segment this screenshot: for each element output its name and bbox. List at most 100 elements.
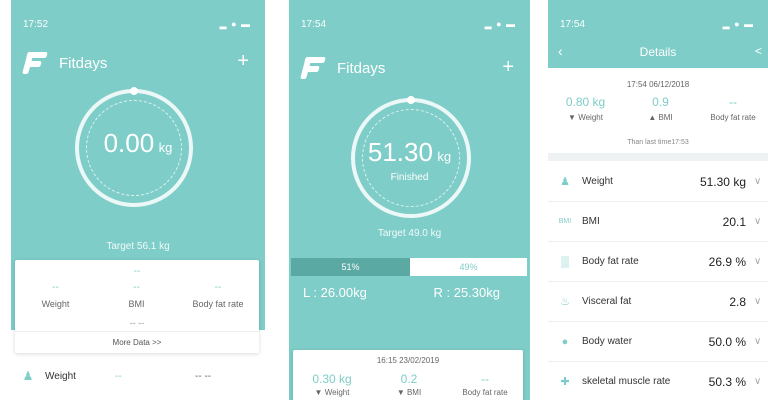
metric-label: Weight bbox=[582, 176, 613, 187]
status-time: 17:54 bbox=[560, 19, 586, 30]
card-col-label: BMI bbox=[128, 299, 145, 309]
status-bar: 17:52 ▂ ● ▬ bbox=[11, 0, 265, 40]
app-name: Fitdays bbox=[337, 59, 386, 77]
summary-col-bmi: 0.9 ▲ BMI bbox=[623, 95, 698, 122]
metric-value: 51.30 kg bbox=[699, 174, 746, 189]
card-col-value: -- bbox=[214, 282, 222, 293]
record-col-label: Body fat rate bbox=[462, 388, 508, 397]
chevron-down-icon: ∨ bbox=[754, 176, 762, 187]
right-weight: R : 25.30kg bbox=[433, 285, 501, 300]
card-col-label: Weight bbox=[41, 299, 70, 309]
record-col-label: ▼ Weight bbox=[314, 388, 350, 397]
weight-row-value: -- bbox=[115, 370, 122, 382]
weight-readout: 51.30 kg bbox=[289, 137, 530, 168]
chevron-down-icon: ∨ bbox=[754, 296, 762, 307]
weight-value: 51.30 bbox=[367, 137, 433, 167]
weight-unit: kg bbox=[437, 149, 452, 164]
app-brand: Fitdays bbox=[300, 50, 386, 86]
card-col-weight: -- Weight bbox=[15, 282, 96, 309]
record-timestamp: 17:54 06/12/2018 bbox=[626, 80, 690, 89]
metric-row-body-fat[interactable]: ▒ Body fat rate 26.9 % ∨ bbox=[548, 242, 768, 282]
card-mid-value: -- -- bbox=[129, 318, 145, 328]
record-col-label: ▼ BMI bbox=[396, 388, 422, 397]
right-balance-bar: 49% bbox=[410, 258, 527, 276]
page-title: Details bbox=[639, 45, 677, 59]
app-name: Fitdays bbox=[59, 54, 108, 72]
chevron-down-icon: ∨ bbox=[754, 256, 762, 267]
app-brand: Fitdays bbox=[22, 45, 108, 81]
target-weight: Target 56.1 kg bbox=[106, 241, 170, 252]
screen-details: 17:54 ▂ ● ▬ ‹ Details < 17:54 06/12/2018… bbox=[548, 0, 768, 400]
metric-row-weight[interactable]: ♟ Weight 51.30 kg ∨ bbox=[548, 162, 768, 202]
visceral-fat-icon: ♨ bbox=[560, 296, 570, 308]
status-icons: ▂ ● ▬ bbox=[484, 19, 516, 29]
weight-icon: ♟ bbox=[22, 369, 34, 383]
chevron-down-icon: ∨ bbox=[754, 376, 762, 387]
share-icon[interactable]: < bbox=[755, 44, 762, 58]
record-col-value: -- bbox=[481, 372, 489, 386]
left-balance-bar: 51% bbox=[291, 258, 410, 276]
summary-col-label: ▼ Weight bbox=[568, 113, 603, 122]
chevron-down-icon: ∨ bbox=[754, 336, 762, 347]
more-data-link[interactable]: More Data >> bbox=[15, 331, 259, 353]
metric-label: skeletal muscle rate bbox=[582, 376, 671, 387]
metric-value: 50.3 % bbox=[708, 374, 746, 389]
muscle-icon: ✚ bbox=[560, 376, 570, 388]
section-divider bbox=[548, 153, 768, 161]
card-col-value: -- bbox=[133, 282, 140, 293]
metric-label: Visceral fat bbox=[582, 296, 632, 307]
metric-row-visceral-fat[interactable]: ♨ Visceral fat 2.8 ∨ bbox=[548, 282, 768, 322]
metric-label: Body water bbox=[582, 336, 633, 347]
weight-row-value2: -- -- bbox=[195, 370, 212, 382]
metric-row-bmi[interactable]: BMI BMI 20.1 ∨ bbox=[548, 202, 768, 242]
body-fat-icon: ▒ bbox=[561, 255, 569, 268]
weight-icon: ♟ bbox=[560, 176, 570, 188]
summary-col-value: -- bbox=[729, 95, 737, 109]
card-col-label: Body fat rate bbox=[192, 299, 244, 309]
weigh-status: Finished bbox=[390, 172, 429, 183]
fitdays-logo-icon bbox=[300, 55, 327, 81]
dial-indicator-icon bbox=[407, 96, 415, 104]
card-col-body-fat: -- Body fat rate bbox=[177, 282, 259, 309]
summary-card: -- -- Weight -- BMI -- Body fat rate -- … bbox=[15, 260, 259, 353]
bmi-icon: BMI bbox=[558, 218, 572, 225]
water-drop-icon: ● bbox=[561, 335, 569, 348]
add-button[interactable]: + bbox=[502, 56, 514, 79]
status-icons: ▂ ● ▬ bbox=[722, 19, 754, 29]
weight-value: 0.00 bbox=[103, 128, 155, 158]
fitdays-logo-icon bbox=[22, 50, 49, 76]
metric-label: BMI bbox=[582, 216, 600, 227]
card-top-value: -- bbox=[133, 266, 141, 277]
metric-value: 20.1 bbox=[722, 214, 746, 229]
status-time: 17:54 bbox=[301, 19, 327, 30]
status-time: 17:52 bbox=[23, 19, 49, 30]
compare-note: Than last time17:53 bbox=[627, 139, 689, 146]
status-bar: 17:54 ▂ ● ▬ bbox=[548, 0, 768, 40]
summary-col-label: ▲ BMI bbox=[648, 113, 673, 122]
record-col-value: 0.2 bbox=[400, 372, 418, 386]
record-col-value: 0.30 kg bbox=[312, 372, 352, 386]
last-record-card[interactable]: 16:15 23/02/2019 0.30 kg ▼ Weight 0.2 ▼ … bbox=[293, 350, 523, 400]
weight-row[interactable]: ♟ Weight -- -- -- bbox=[11, 362, 265, 390]
record-timestamp: 16:15 23/02/2019 bbox=[376, 356, 440, 365]
card-col-value: -- bbox=[52, 282, 59, 293]
record-col-weight: 0.30 kg ▼ Weight bbox=[293, 372, 371, 397]
screen-home-empty: 17:52 ▂ ● ▬ Fitdays + 0.00 kg Target 56.… bbox=[11, 0, 265, 400]
metric-row-body-water[interactable]: ● Body water 50.0 % ∨ bbox=[548, 322, 768, 362]
status-bar: 17:54 ▂ ● ▬ bbox=[289, 0, 530, 40]
summary-col-label: Body fat rate bbox=[710, 113, 756, 122]
metric-value: 2.8 bbox=[729, 294, 746, 309]
weight-readout: 0.00 kg bbox=[11, 128, 265, 159]
screen-home-finished: 17:54 ▂ ● ▬ Fitdays + 51.30 kg Finished … bbox=[289, 0, 530, 400]
metric-row-skeletal-muscle[interactable]: ✚ skeletal muscle rate 50.3 % ∨ bbox=[548, 362, 768, 400]
add-button[interactable]: + bbox=[237, 50, 249, 73]
weight-unit: kg bbox=[158, 140, 173, 155]
metric-value: 50.0 % bbox=[708, 334, 746, 349]
chevron-down-icon: ∨ bbox=[754, 216, 762, 227]
card-col-bmi: -- BMI bbox=[96, 282, 177, 309]
metric-label: Body fat rate bbox=[582, 256, 639, 267]
dial-indicator-icon bbox=[130, 87, 138, 95]
weight-row-label: Weight bbox=[45, 370, 76, 382]
target-weight: Target 49.0 kg bbox=[377, 228, 442, 239]
left-weight: L : 26.00kg bbox=[303, 285, 367, 300]
